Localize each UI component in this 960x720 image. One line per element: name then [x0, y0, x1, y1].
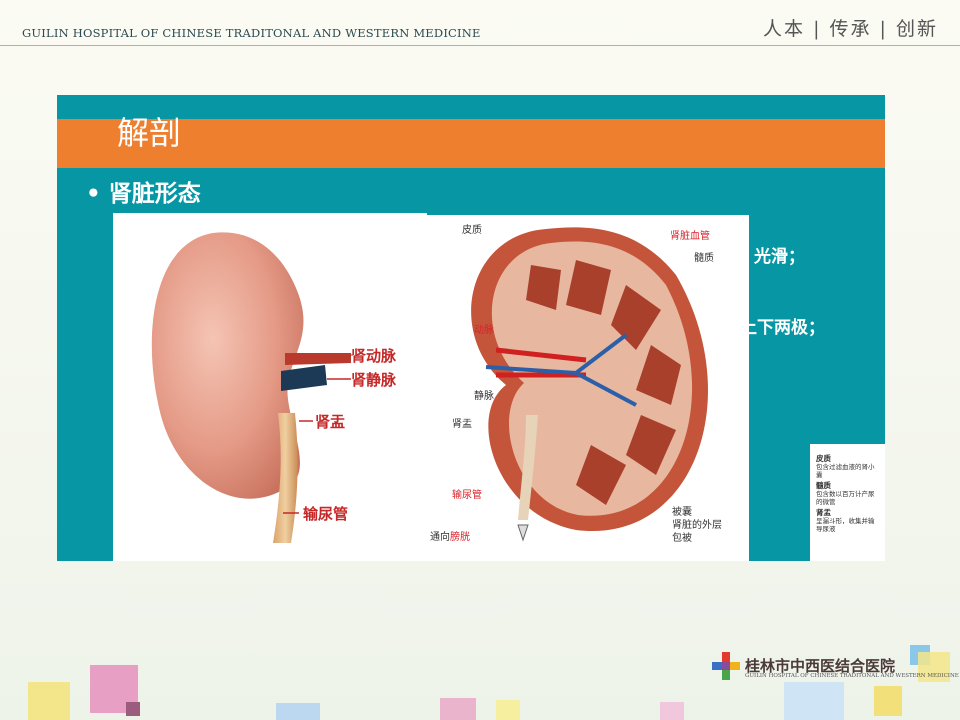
side-text-poles: 上下两极； — [740, 318, 825, 338]
label-ureter-section: 输尿管 — [452, 488, 482, 501]
legend-pelvis-text: 呈漏斗形，收集并输导尿液 — [816, 517, 875, 533]
deco-square — [440, 698, 476, 720]
legend-pelvis-head: 肾盂 — [816, 508, 831, 517]
deco-square — [276, 703, 320, 720]
label-pelvis: 肾盂 — [452, 418, 472, 430]
bullet-kidney-shape: • 肾脏形态 — [86, 181, 201, 207]
hospital-logo-icon — [712, 652, 740, 680]
legend-cortex-text: 包含过滤血液的肾小囊 — [816, 463, 875, 479]
label-medulla: 髓质 — [694, 251, 714, 264]
label-ureter: 输尿管 — [303, 505, 348, 523]
label-renal-vein: 肾静脉 — [351, 371, 397, 389]
label-renal-artery: 肾动脉 — [351, 347, 397, 365]
legend-medulla-head: 髓质 — [816, 481, 831, 490]
label-vein: 静脉 — [474, 389, 494, 402]
kidney-external-illustration: 肾动脉 肾静脉 肾盂 输尿管 — [151, 232, 397, 543]
title-band — [57, 119, 885, 168]
label-renal-pelvis: 肾盂 — [315, 413, 345, 431]
label-artery: 动脉 — [474, 323, 494, 336]
label-capsule-desc2: 包被 — [672, 531, 692, 544]
header-divider — [0, 45, 960, 46]
label-capsule: 被囊 — [672, 505, 692, 518]
legend-cortex-head: 皮质 — [816, 454, 831, 463]
deco-square — [28, 682, 70, 720]
label-renal-vessels: 肾脏血管 — [670, 229, 710, 242]
label-capsule-desc1: 肾脏的外层 — [672, 518, 722, 531]
deco-square — [126, 702, 140, 716]
deco-square — [874, 686, 902, 716]
motto: 人本 | 传承 | 创新 — [763, 18, 938, 40]
label-to-bladder: 通向膀胱 — [430, 530, 470, 543]
kidney-section-image: 皮质 肾脏血管 髓质 动脉 静脉 肾盂 输尿管 通向膀胱 被囊 肾脏的外层 包被 — [426, 215, 749, 561]
deco-square — [660, 702, 684, 720]
deco-square — [496, 700, 520, 720]
hospital-name-en-header: GUILIN HOSPITAL OF CHINESE TRADITONAL AN… — [22, 26, 481, 40]
kidney-external-image: 肾动脉 肾静脉 肾盂 输尿管 — [113, 213, 427, 561]
legend-medulla-text: 包含数以百万计产尿的微管 — [816, 490, 875, 506]
slide-title: 解剖 — [117, 114, 182, 152]
side-text-smooth: 光滑； — [754, 247, 805, 267]
hospital-name-en-footer: GUILIN HOSPITAL OF CHINESE TRADITONAL AN… — [745, 673, 959, 679]
deco-square — [784, 682, 844, 720]
kidney-section-illustration: 皮质 肾脏血管 髓质 动脉 静脉 肾盂 输尿管 通向膀胱 被囊 肾脏的外层 包被 — [430, 223, 722, 544]
legend-box: 皮质 包含过滤血液的肾小囊 髓质 包含数以百万计产尿的微管 肾盂 呈漏斗形，收集… — [810, 444, 885, 561]
label-cortex: 皮质 — [462, 223, 482, 236]
